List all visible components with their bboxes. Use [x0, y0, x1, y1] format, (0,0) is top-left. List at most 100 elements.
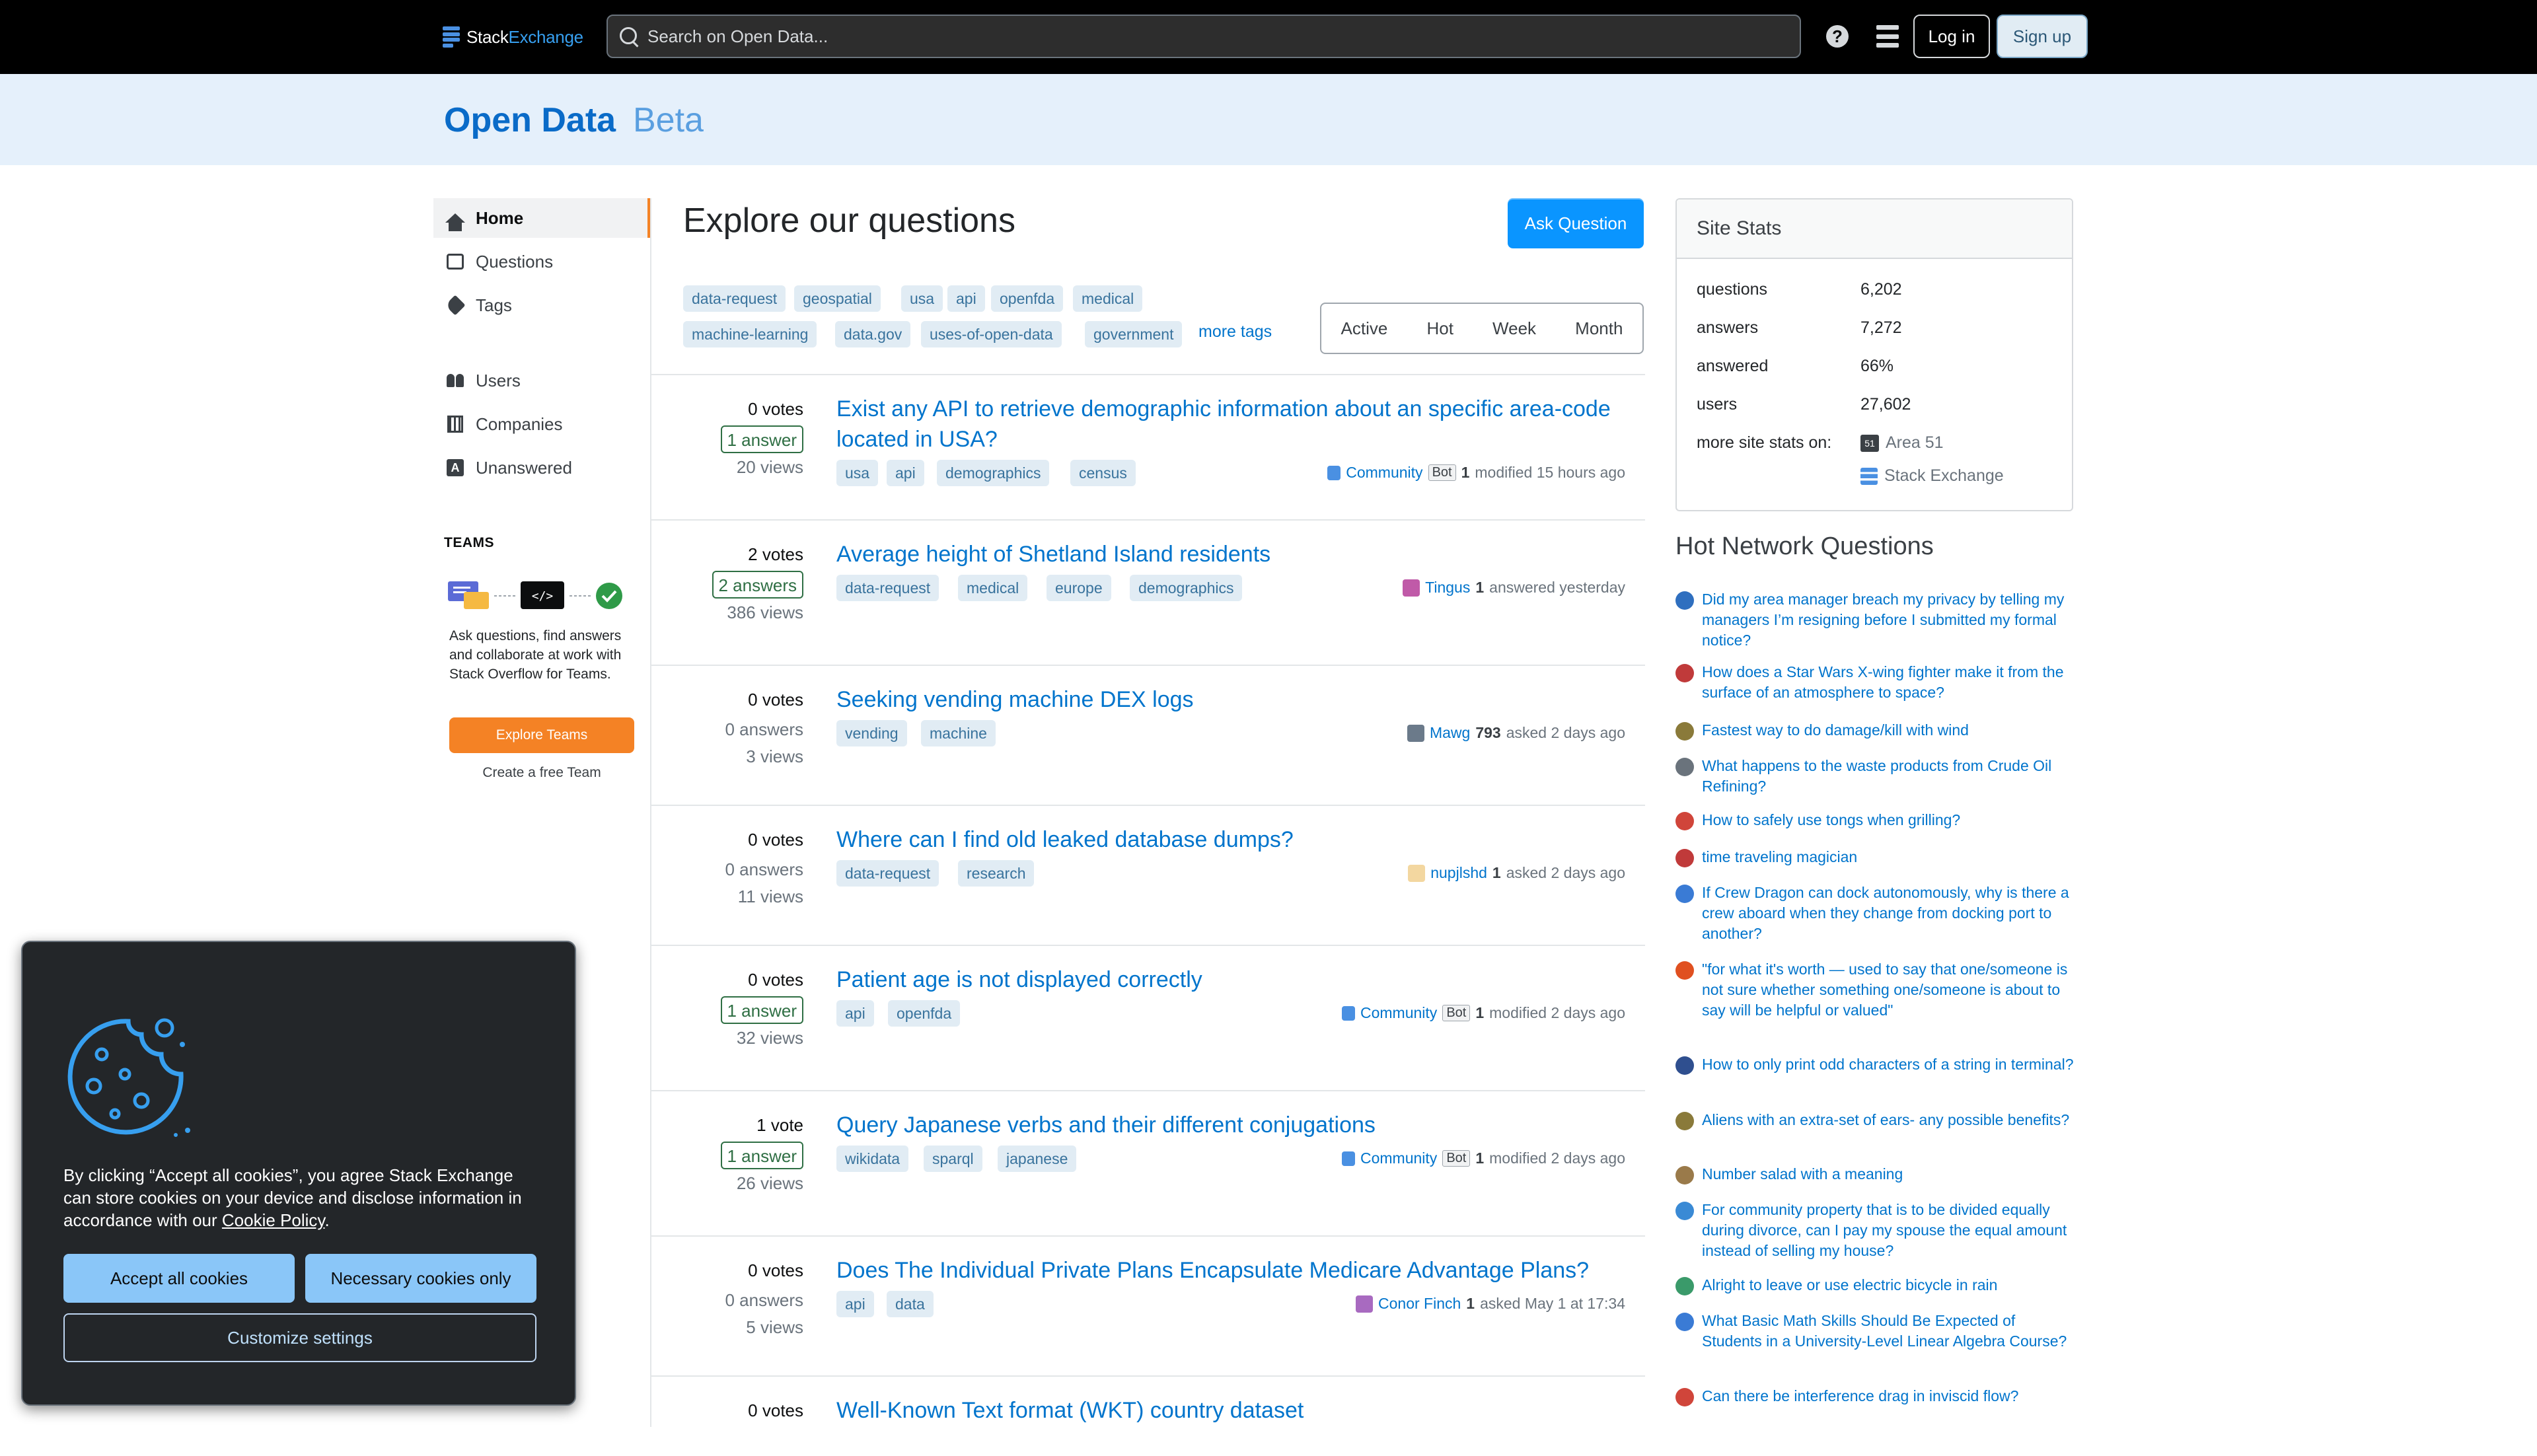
explore-teams-button[interactable]: Explore Teams [449, 717, 634, 753]
question-tag[interactable]: api [887, 460, 924, 486]
popular-tag[interactable]: medical [1073, 285, 1143, 312]
question-tag[interactable]: wikidata [836, 1146, 909, 1172]
question-tag[interactable]: api [836, 1291, 874, 1317]
hot-network-question[interactable]: "for what it's worth — used to say that … [1675, 959, 2078, 1021]
question-activity[interactable]: modified 2 days ago [1489, 1149, 1625, 1167]
hot-network-question[interactable]: What happens to the waste products from … [1675, 756, 2078, 797]
hot-network-question[interactable]: Aliens with an extra-set of ears- any po… [1675, 1110, 2078, 1130]
site-title[interactable]: Open Data [444, 100, 616, 140]
create-team-link[interactable]: Create a free Team [449, 765, 634, 781]
user-link[interactable]: Mawg [1430, 724, 1470, 742]
popular-tag[interactable]: data.gov [835, 321, 911, 347]
nav-item-companies[interactable]: Companies [433, 404, 650, 444]
nav-item-tags[interactable]: Tags [433, 285, 650, 325]
question-title[interactable]: Average height of Shetland Island reside… [836, 539, 1616, 569]
question-tag[interactable]: europe [1047, 575, 1111, 601]
hot-network-question[interactable]: Fastest way to do damage/kill with wind [1675, 720, 2078, 741]
nav-item-users[interactable]: Users [433, 361, 650, 400]
question-title[interactable]: Seeking vending machine DEX logs [836, 684, 1616, 715]
help-icon[interactable]: ? [1826, 25, 1849, 48]
hot-network-question[interactable]: If Crew Dragon can dock autonomously, wh… [1675, 883, 2078, 944]
question-tag[interactable]: vending [836, 720, 907, 746]
question-tag[interactable]: demographics [937, 460, 1050, 486]
site-stats-panel: Site Stats questions 6,202 answers 7,272… [1675, 198, 2073, 511]
customize-settings-button[interactable]: Customize settings [63, 1313, 536, 1362]
question-activity[interactable]: asked 2 days ago [1506, 864, 1625, 882]
hot-network-question[interactable]: How to only print odd characters of a st… [1675, 1054, 2078, 1075]
accept-all-cookies-button[interactable]: Accept all cookies [63, 1254, 295, 1303]
popular-tag[interactable]: machine-learning [683, 321, 817, 347]
hot-network-question[interactable]: Can there be interference drag in invisc… [1675, 1386, 2078, 1406]
question-tag[interactable]: japanese [998, 1146, 1077, 1172]
question-tag[interactable]: usa [836, 460, 879, 486]
question-tag[interactable]: openfda [888, 1000, 961, 1027]
question-tag[interactable]: api [836, 1000, 874, 1027]
login-button[interactable]: Log in [1913, 15, 1990, 58]
popular-tag[interactable]: data-request [683, 285, 786, 312]
question-tag[interactable]: sparql [924, 1146, 982, 1172]
question-tag[interactable]: demographics [1130, 575, 1243, 601]
user-link[interactable]: Community [1360, 1149, 1437, 1167]
hot-network-question[interactable]: How to safely use tongs when grilling? [1675, 810, 2078, 830]
search-bar[interactable] [607, 15, 1801, 58]
user-link[interactable]: Community [1360, 1004, 1437, 1022]
hot-network-question[interactable]: What Basic Math Skills Should Be Expecte… [1675, 1311, 2078, 1352]
filter-hot[interactable]: Hot [1420, 318, 1459, 339]
more-tags-link[interactable]: more tags [1198, 322, 1272, 342]
question-tag[interactable]: machine [921, 720, 996, 746]
popular-tag[interactable]: government [1085, 321, 1183, 347]
question-tag[interactable]: research [958, 860, 1035, 887]
hot-network-question[interactable]: Did my area manager breach my privacy by… [1675, 589, 2078, 651]
user-link[interactable]: Conor Finch [1378, 1295, 1461, 1313]
necessary-cookies-button[interactable]: Necessary cookies only [305, 1254, 536, 1303]
question-tag[interactable]: data-request [836, 860, 939, 887]
filter-week[interactable]: Week [1486, 318, 1543, 339]
hot-network-question[interactable]: How does a Star Wars X-wing fighter make… [1675, 662, 2078, 703]
hot-network-question-title: Number salad with a meaning [1702, 1165, 1903, 1183]
popular-tag[interactable]: uses-of-open-data [921, 321, 1062, 347]
stackexchange-logo[interactable]: StackExchange [443, 24, 583, 50]
question-title[interactable]: Patient age is not displayed correctly [836, 965, 1616, 995]
ask-question-button[interactable]: Ask Question [1508, 198, 1644, 248]
question-title[interactable]: Does The Individual Private Plans Encaps… [836, 1255, 1616, 1286]
question-activity[interactable]: modified 2 days ago [1489, 1004, 1625, 1022]
user-link[interactable]: Community [1346, 464, 1422, 482]
hot-network-question[interactable]: time traveling magician [1675, 847, 2078, 867]
hot-network-question[interactable]: For community property that is to be div… [1675, 1200, 2078, 1261]
nav-item-home[interactable]: Home [433, 198, 650, 238]
filter-month[interactable]: Month [1568, 318, 1629, 339]
signup-button[interactable]: Sign up [1997, 15, 2088, 58]
popular-tag[interactable]: usa [901, 285, 943, 312]
popular-tag[interactable]: openfda [991, 285, 1064, 312]
nav-item-questions[interactable]: Questions [433, 242, 650, 281]
popular-tag[interactable]: geospatial [794, 285, 881, 312]
question-tag[interactable]: data [887, 1291, 934, 1317]
hot-network-question-title: If Crew Dragon can dock autonomously, wh… [1702, 884, 2069, 942]
question-tag[interactable]: medical [958, 575, 1028, 601]
filter-active[interactable]: Active [1335, 318, 1395, 339]
question-title[interactable]: Where can I find old leaked database dum… [836, 824, 1616, 855]
cookie-policy-link[interactable]: Cookie Policy [222, 1210, 325, 1230]
area51-link[interactable]: 51 Area 51 [1860, 433, 1944, 453]
question-tag[interactable]: census [1070, 460, 1136, 486]
user-link[interactable]: nupjlshd [1430, 864, 1487, 882]
user-link[interactable]: Tingus [1425, 579, 1470, 597]
stackexchange-link[interactable]: Stack Exchange [1860, 466, 2004, 486]
site-switcher-icon[interactable] [1876, 25, 1899, 48]
question-activity[interactable]: modified 15 hours ago [1475, 464, 1625, 482]
question-row: 0 votes 0 answers 3 views Seeking vendin… [651, 666, 1645, 806]
question-activity[interactable]: asked May 1 at 17:34 [1480, 1295, 1625, 1313]
user-reputation: 1 [1475, 1149, 1485, 1167]
hot-network-question[interactable]: Alright to leave or use electric bicycle… [1675, 1275, 2078, 1295]
nav-item-unanswered[interactable]: A Unanswered [433, 448, 650, 488]
question-title[interactable]: Exist any API to retrieve demographic in… [836, 394, 1616, 455]
search-input[interactable] [646, 25, 1800, 48]
question-activity[interactable]: asked 2 days ago [1506, 724, 1625, 742]
question-tag[interactable]: data-request [836, 575, 939, 601]
popular-tag[interactable]: api [947, 285, 985, 312]
question-activity[interactable]: answered yesterday [1489, 579, 1625, 597]
nav-item-label: Tags [476, 295, 512, 315]
question-title[interactable]: Well-Known Text format (WKT) country dat… [836, 1395, 1616, 1426]
question-title[interactable]: Query Japanese verbs and their different… [836, 1110, 1616, 1140]
hot-network-question[interactable]: Number salad with a meaning [1675, 1164, 2078, 1184]
